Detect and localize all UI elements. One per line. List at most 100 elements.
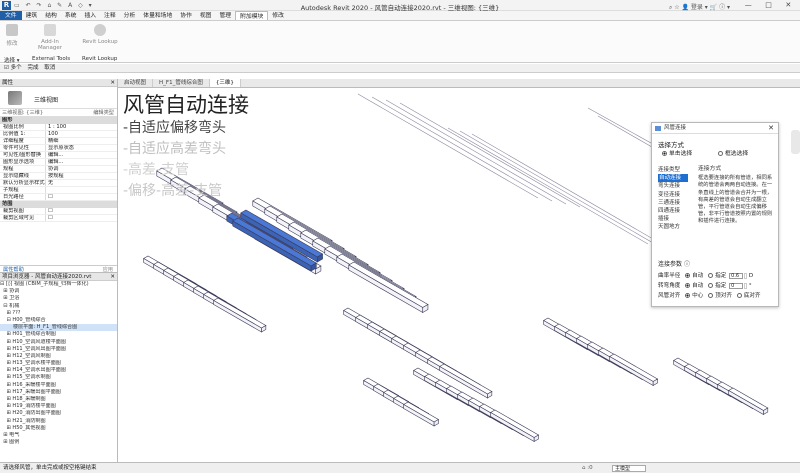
browser-tree-item[interactable]: ⊟ H00_管线综合 <box>0 317 117 324</box>
property-value[interactable]: 按规程 <box>46 173 117 179</box>
tab-analyze[interactable]: 分析 <box>120 11 140 20</box>
modify-button[interactable]: 修改 <box>6 24 18 47</box>
tab-massing-site[interactable]: 体量和场地 <box>139 11 176 20</box>
browser-tree-item[interactable]: ⊞ H14_空调水出图平面图 <box>0 367 117 374</box>
multiple-checkbox[interactable]: ☑ 多个 <box>4 65 22 71</box>
property-value[interactable]: 编辑... <box>46 152 117 158</box>
duct-segment[interactable] <box>728 387 769 411</box>
duct-segment[interactable] <box>609 355 654 387</box>
angle-stepper[interactable] <box>744 282 748 289</box>
tab-view[interactable]: 视图 <box>196 11 216 20</box>
property-row[interactable]: 图形显示选项 编辑... <box>0 159 117 166</box>
duct-segment[interactable] <box>403 401 440 423</box>
browser-tree-item[interactable]: ⊞ H50_其他视图 <box>0 425 117 432</box>
property-row[interactable]: 可见性/图形替换 编辑... <box>0 152 117 159</box>
tab-annotate[interactable]: 注释 <box>100 11 120 20</box>
maximize-icon[interactable]: □ <box>765 0 772 11</box>
connection-type-item[interactable]: 变径连接 <box>658 191 688 199</box>
property-row[interactable]: 规程 协调 <box>0 166 117 173</box>
instance-selector[interactable]: 三维视图: {三维} 编辑类型 <box>0 109 117 117</box>
duct-segment[interactable] <box>609 353 659 382</box>
tab-structure[interactable]: 结构 <box>41 11 61 20</box>
property-row[interactable]: 零件可见性 显示原状态 <box>0 145 117 152</box>
connection-type-item[interactable]: 三通连接 <box>658 199 688 207</box>
browser-tree-item[interactable]: ⊞ H18_采暖制图 <box>0 396 117 403</box>
tab-startup-view[interactable]: 启动视图 <box>118 79 154 87</box>
radius-specify-radio[interactable] <box>708 273 714 278</box>
tab-floor-plan[interactable]: H_F1_管线综合图 <box>153 79 210 87</box>
browser-tree-item[interactable]: ⊞ H20_消防出图平面图 <box>0 410 117 417</box>
duct-segment[interactable] <box>348 261 429 308</box>
property-value[interactable]: 显示原状态 <box>46 145 117 151</box>
property-value[interactable]: 编辑... <box>46 159 117 165</box>
browser-tree-item[interactable]: ⊞ H11_空调风出图平面图 <box>0 346 117 353</box>
close-icon[interactable]: ✕ <box>768 123 774 134</box>
browser-tree-item[interactable]: ⊞ H21_消防制图 <box>0 418 117 425</box>
edit-type-button[interactable]: 编辑类型 <box>93 109 114 117</box>
radius-auto-radio[interactable] <box>685 273 691 278</box>
property-row[interactable]: 裁剪区域可见 ☐ <box>0 215 117 222</box>
tab-file[interactable]: 文件 <box>0 11 22 20</box>
property-value[interactable]: 协调 <box>46 166 117 172</box>
property-value[interactable]: 1 : 100 <box>46 124 117 130</box>
tab-collaborate[interactable]: 协作 <box>176 11 196 20</box>
browser-tree-item[interactable]: ⊟ 机械 <box>0 303 117 310</box>
property-value[interactable]: ☐ <box>46 215 117 221</box>
type-selector[interactable]: 三维视图 <box>0 87 117 109</box>
single-select-option[interactable]: 单击选择 <box>662 148 692 157</box>
property-value[interactable] <box>46 187 117 193</box>
angle-input[interactable]: 0 <box>729 282 744 289</box>
property-row[interactable]: 裁剪视图 ☐ <box>0 208 117 215</box>
property-value[interactable]: ☐ <box>46 194 117 200</box>
tab-manage[interactable]: 管理 <box>215 11 235 20</box>
close-icon[interactable]: ✕ <box>110 79 115 87</box>
property-row[interactable]: 显示隐藏线 按规程 <box>0 173 117 180</box>
browser-tree-item[interactable]: ⊞ 协调 <box>0 288 117 295</box>
duct-segment[interactable] <box>348 264 424 314</box>
browser-tree-item[interactable]: ⊞ 电气 <box>0 432 117 439</box>
box-select-option[interactable]: 框选选择 <box>718 148 748 157</box>
close-icon[interactable]: ✕ <box>785 0 791 11</box>
tab-3d-view[interactable]: {三维} <box>209 79 241 87</box>
browser-tree-item[interactable]: 楼层平面: H_F1_管线综合图 <box>0 324 117 332</box>
duct-segment[interactable] <box>213 297 267 329</box>
design-option-dropdown[interactable]: 主模型 <box>612 465 646 472</box>
connection-type-item[interactable]: 天圆地方 <box>658 223 688 231</box>
duct-segment[interactable] <box>490 411 535 443</box>
align-center-radio[interactable] <box>685 293 691 298</box>
minimize-icon[interactable]: — <box>745 0 752 11</box>
connection-type-item[interactable]: 自动连接 <box>658 174 688 183</box>
browser-tree-item[interactable]: ⊞ H10_空调风道楼平面图 <box>0 339 117 346</box>
browser-tree-item[interactable]: ⊞ H17_采暖出图平面图 <box>0 389 117 396</box>
addin-manager-button[interactable]: Add-In Manager <box>30 24 70 51</box>
browser-tree-item[interactable]: ⊞ 图例 <box>0 439 117 446</box>
tab-modify[interactable]: 修改 <box>268 11 288 20</box>
close-icon[interactable]: ✕ <box>110 273 115 281</box>
radius-input[interactable]: 0.6 <box>729 272 744 279</box>
property-value[interactable]: 精细 <box>46 138 117 144</box>
angle-auto-radio[interactable] <box>685 283 691 288</box>
property-row[interactable]: 详细程度 精细 <box>0 138 117 145</box>
radius-stepper[interactable] <box>744 272 748 279</box>
align-bottom-radio[interactable] <box>736 293 742 298</box>
angle-specify-radio[interactable] <box>708 283 714 288</box>
align-top-radio[interactable] <box>708 293 714 298</box>
property-row[interactable]: 日光路径 ☐ <box>0 194 117 201</box>
browser-tree-item[interactable]: ⊞ H13_空调水楼平面图 <box>0 360 117 367</box>
browser-tree-item[interactable]: ⊞ H16_采暖楼平面图 <box>0 382 117 389</box>
connection-type-item[interactable]: 弯头连接 <box>658 182 688 190</box>
duct-segment[interactable] <box>213 299 262 333</box>
section-graphics[interactable]: 图形 <box>0 117 117 124</box>
property-value[interactable]: 100 <box>46 131 117 137</box>
cancel-button[interactable]: 取消 <box>44 65 55 71</box>
tab-architecture[interactable]: 建筑 <box>22 11 42 20</box>
browser-tree-item[interactable]: ⊞ H12_空调风制图 <box>0 353 117 360</box>
select-dropdown[interactable]: 选择 ▾ <box>4 56 32 64</box>
help-icon[interactable]: ⓘ <box>684 261 690 268</box>
property-row[interactable]: 视图比例 1 : 100 <box>0 124 117 131</box>
property-row[interactable]: 默认分析显示样式无 <box>0 180 117 187</box>
property-value[interactable]: 无 <box>46 180 117 186</box>
tab-addins[interactable]: 附加模块 <box>235 11 269 20</box>
browser-tree-item[interactable]: ⊞ ??? <box>0 310 117 317</box>
browser-tree-item[interactable]: ⊞ H19_消防楼平面图 <box>0 403 117 410</box>
